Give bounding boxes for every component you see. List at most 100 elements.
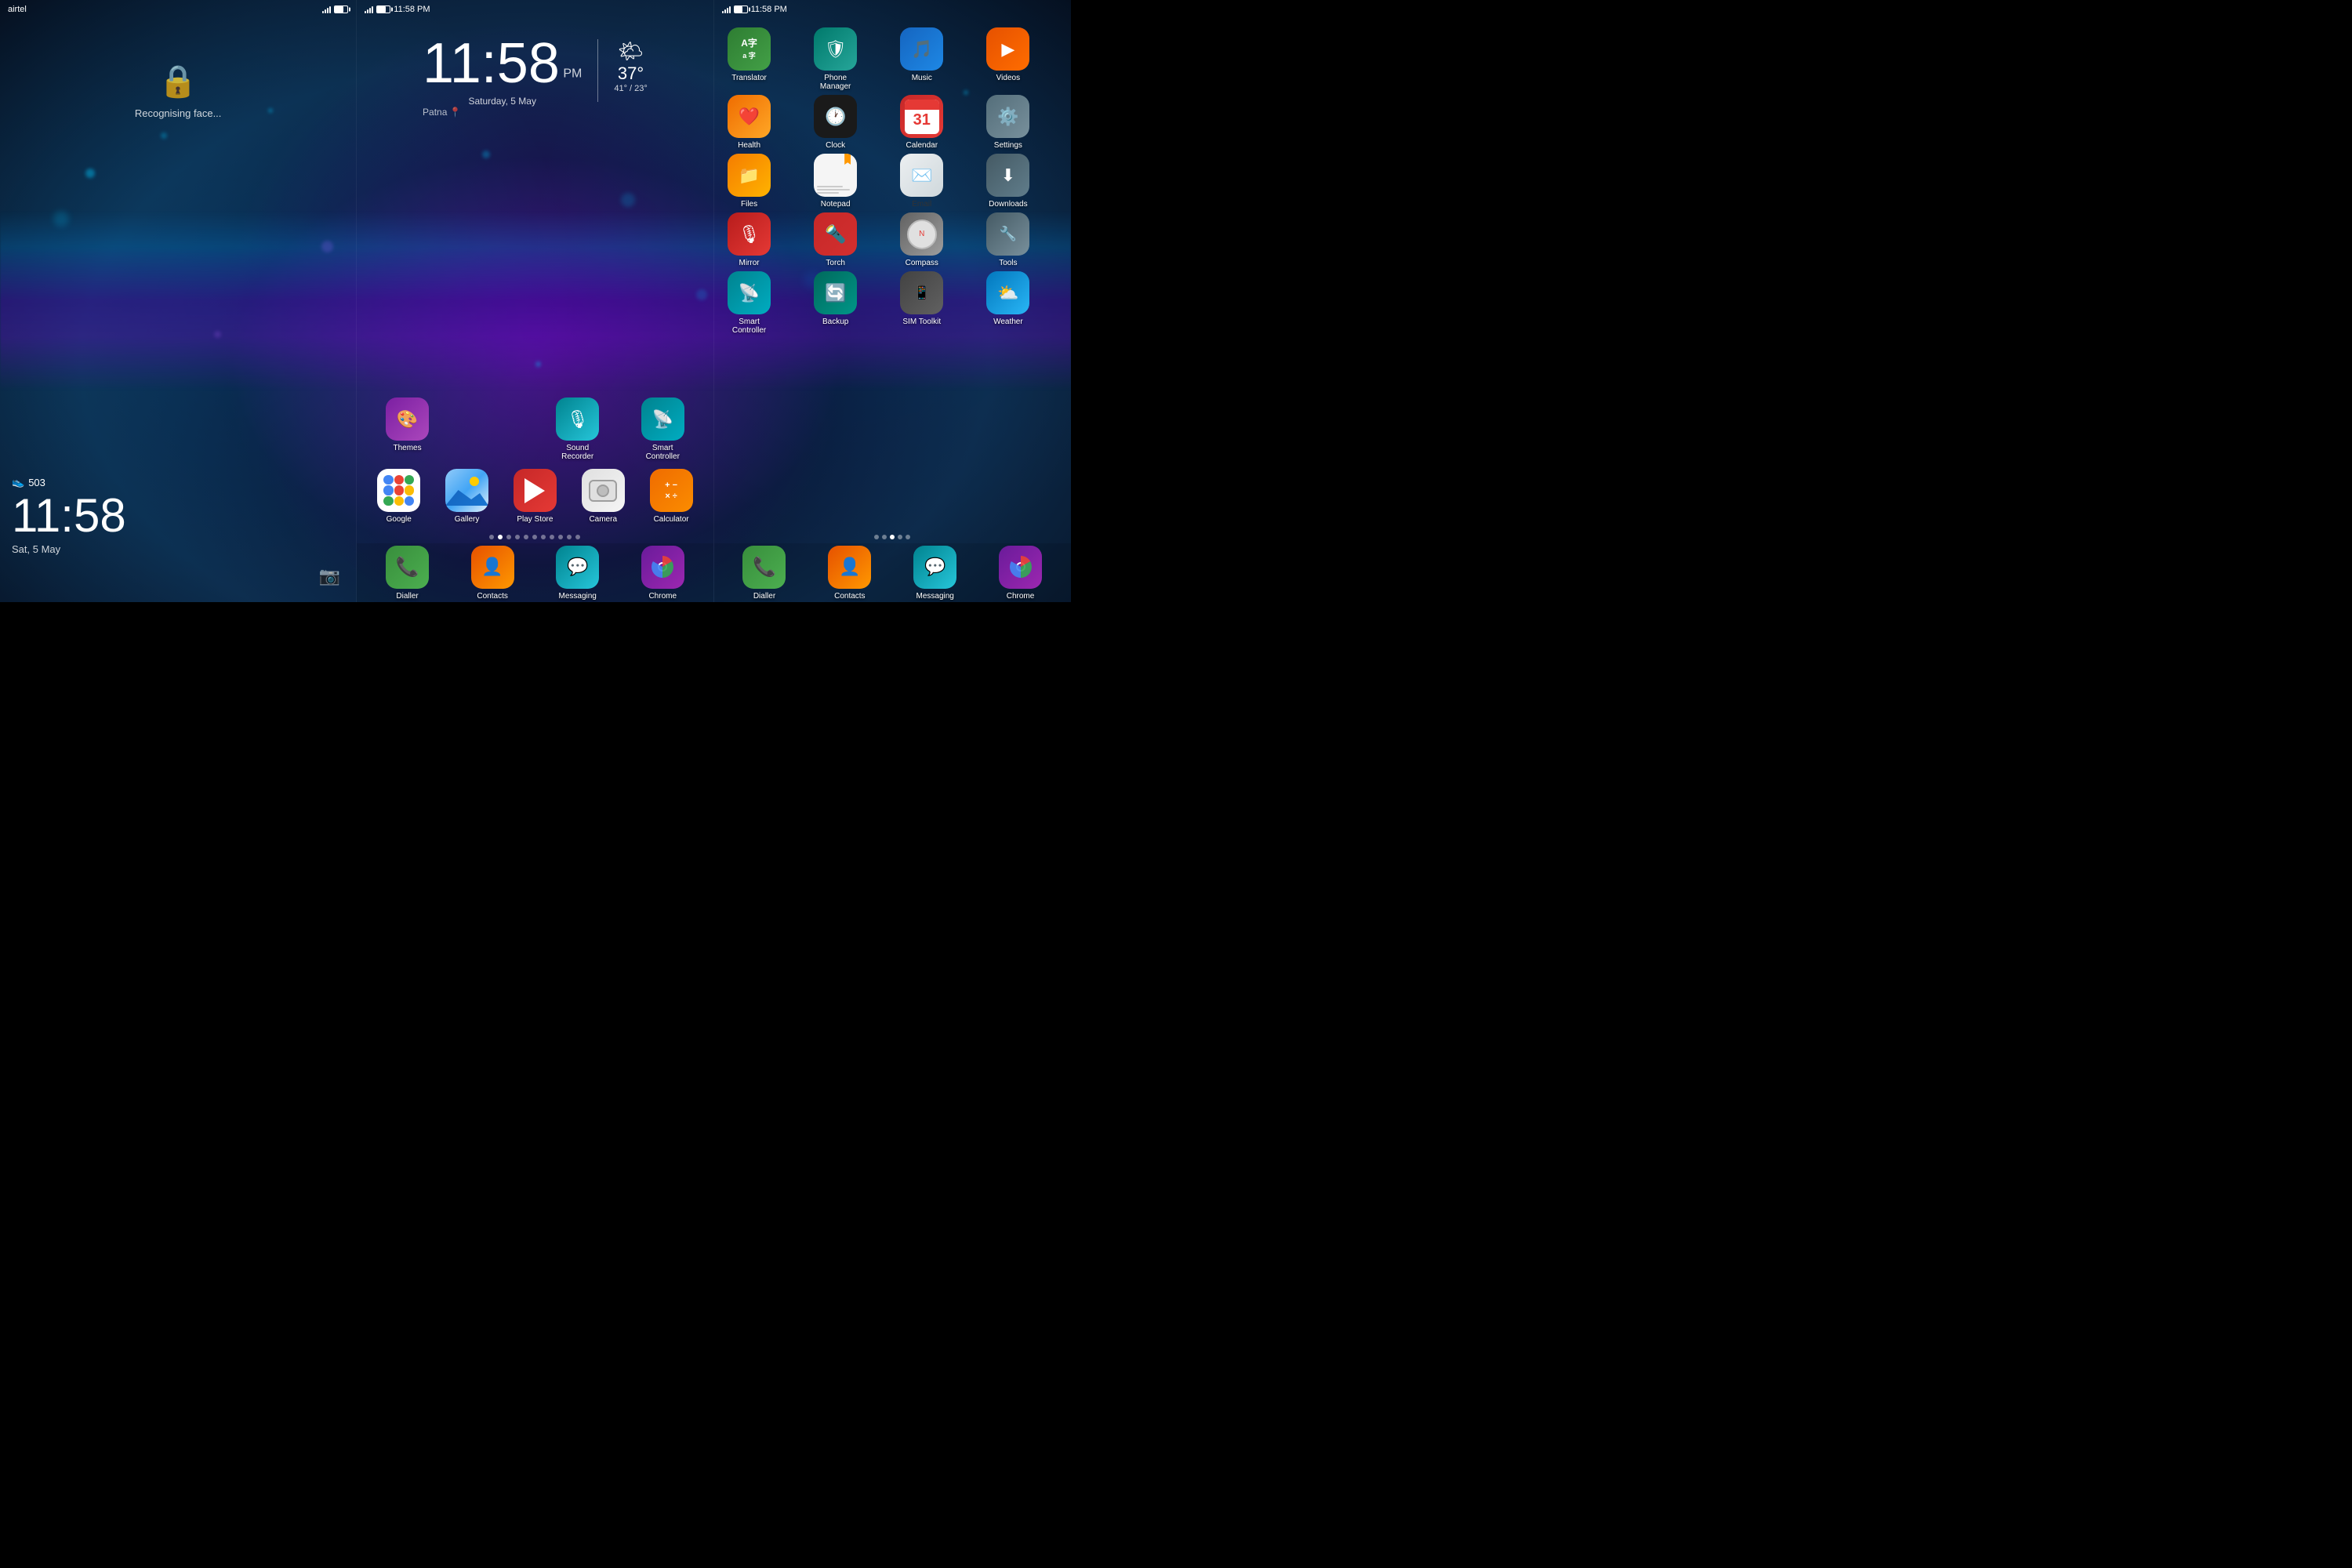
dot-1 xyxy=(489,535,494,539)
lock-icon: 🔒 xyxy=(158,63,198,100)
home-ampm: PM xyxy=(563,67,582,81)
apps-messaging-icon: 💬 xyxy=(913,546,956,589)
clock-weather-divider xyxy=(597,39,598,102)
smartctrl-grid-label: Smart Controller xyxy=(722,318,777,335)
simtoolkit-icon: 📱 xyxy=(900,271,943,314)
weather-condition-icon: 🌤 xyxy=(618,39,644,64)
compass-label: Compass xyxy=(906,259,938,267)
app-soundrec[interactable]: 🎙 Sound Recorder xyxy=(550,397,605,461)
videos-icon: ▶ xyxy=(986,27,1029,71)
apps-grid: A字a 字 Translator 🛡 Phone Manager 🎵 Music xyxy=(718,24,1067,339)
calculator-label: Calculator xyxy=(654,515,689,524)
gallery-label: Gallery xyxy=(455,515,480,524)
apps-dock-dialler[interactable]: 📞 Dialler xyxy=(737,546,792,601)
smartctrl-home-label: Smart Controller xyxy=(635,444,690,461)
smartctrl-grid-icon: 📡 xyxy=(728,271,771,314)
soundrec-label: Sound Recorder xyxy=(550,444,605,461)
apps-panel: 11:58 PM A字a 字 Translator 🛡 Phone Manage… xyxy=(714,0,1071,602)
app-playstore-home[interactable]: Play Store xyxy=(507,469,562,524)
apps-dialler-label: Dialler xyxy=(753,592,775,601)
apps-dock-chrome[interactable]: Chrome xyxy=(993,546,1048,601)
app-downloads[interactable]: ⬇ Downloads xyxy=(981,154,1036,209)
home-app-row-1: 🎨 Themes 🎙 Sound Recorder 📡 xyxy=(365,397,705,461)
app-gallery[interactable]: Gallery xyxy=(440,469,495,524)
current-temp: 37° xyxy=(618,64,644,84)
dialler-icon: 📞 xyxy=(386,546,429,589)
app-google[interactable]: Google xyxy=(372,469,426,524)
app-torch[interactable]: 🔦 Torch xyxy=(808,212,863,267)
app-simtoolkit[interactable]: 📱 SIM Toolkit xyxy=(895,271,949,335)
home-status-left-icons: 11:58 PM xyxy=(365,5,430,14)
dot-10 xyxy=(567,535,572,539)
soundrec-icon: 🎙 xyxy=(556,397,599,441)
dot-11 xyxy=(575,535,580,539)
app-backup[interactable]: 🔄 Backup xyxy=(808,271,863,335)
playstore-label: Play Store xyxy=(517,515,553,524)
location-icon: 📍 xyxy=(449,107,461,118)
phonemanager-icon: 🛡 xyxy=(814,27,857,71)
lock-bottom-info: 👟 503 11:58 Sat, 5 May xyxy=(12,476,126,555)
app-calculator[interactable]: + − × ÷ Calculator xyxy=(644,469,699,524)
home-screen-panel: 11:58 PM 11:58 PM Saturday, 5 May Patna … xyxy=(357,0,713,602)
app-smartctrl-grid[interactable]: 📡 Smart Controller xyxy=(722,271,777,335)
app-tools[interactable]: 🔧 Tools xyxy=(981,212,1036,267)
google-label: Google xyxy=(387,515,412,524)
calculator-icon: + − × ÷ xyxy=(650,469,693,512)
app-phonemanager[interactable]: 🛡 Phone Manager xyxy=(808,27,863,91)
app-smartctrl-home[interactable]: 📡 Smart Controller xyxy=(635,397,690,461)
dock-chrome[interactable]: Chrome xyxy=(635,546,690,601)
camera-shortcut-icon[interactable]: 📷 xyxy=(319,566,340,586)
dot-7 xyxy=(541,535,546,539)
app-music[interactable]: 🎵 Music xyxy=(895,27,949,91)
dock-dialler[interactable]: 📞 Dialler xyxy=(380,546,435,601)
calendar-icon: 31 xyxy=(900,95,943,138)
app-calendar[interactable]: 31 Calendar xyxy=(895,95,949,150)
home-page-dots xyxy=(357,535,713,539)
contacts-icon: 👤 xyxy=(471,546,514,589)
dock-messaging[interactable]: 💬 Messaging xyxy=(550,546,605,601)
battery-icon xyxy=(334,5,348,13)
home-apps-area: 🎨 Themes 🎙 Sound Recorder 📡 xyxy=(365,397,705,532)
apps-page-dots xyxy=(714,535,1071,539)
app-compass[interactable]: N Compass xyxy=(895,212,949,267)
app-email[interactable]: ✉️ Email xyxy=(895,154,949,209)
dock-contacts[interactable]: 👤 Contacts xyxy=(465,546,520,601)
chrome-icon xyxy=(641,546,684,589)
apps-status-right: 11:58 PM xyxy=(722,5,787,14)
app-notepad[interactable]: Notepad xyxy=(808,154,863,209)
torch-icon: 🔦 xyxy=(814,212,857,256)
camera-icon xyxy=(582,469,625,512)
backup-label: Backup xyxy=(822,318,848,326)
apps-chrome-svg xyxy=(1010,556,1032,578)
contacts-label: Contacts xyxy=(477,592,507,601)
tools-label: Tools xyxy=(999,259,1017,267)
apps-dock-contacts[interactable]: 👤 Contacts xyxy=(822,546,877,601)
apps-messaging-label: Messaging xyxy=(916,592,953,601)
compass-icon: N xyxy=(900,212,943,256)
app-settings[interactable]: ⚙️ Settings xyxy=(981,95,1036,150)
shoe-icon: 👟 xyxy=(12,476,24,488)
signal-icon xyxy=(322,5,331,13)
app-camera[interactable]: Camera xyxy=(575,469,630,524)
step-count: 👟 503 xyxy=(12,476,126,488)
apps-dock: 📞 Dialler 👤 Contacts 💬 Messaging xyxy=(714,543,1071,602)
mirror-icon: 🎙 xyxy=(728,212,771,256)
dot-8 xyxy=(550,535,554,539)
app-translator[interactable]: A字a 字 Translator xyxy=(722,27,777,91)
downloads-label: Downloads xyxy=(989,200,1027,209)
apps-dock-messaging[interactable]: 💬 Messaging xyxy=(908,546,963,601)
app-mirror[interactable]: 🎙 Mirror xyxy=(722,212,777,267)
app-clock[interactable]: 🕐 Clock xyxy=(808,95,863,150)
app-files[interactable]: 📁 Files xyxy=(722,154,777,209)
app-weather[interactable]: ⛅ Weather xyxy=(981,271,1036,335)
apps-dot-5 xyxy=(906,535,910,539)
app-videos[interactable]: ▶ Videos xyxy=(981,27,1036,91)
lock-time: 11:58 xyxy=(12,492,126,539)
playstore-icon xyxy=(514,469,557,512)
app-health[interactable]: ❤️ Health xyxy=(722,95,777,150)
home-time-display: 11:58 PM xyxy=(423,31,582,96)
apps-dialler-icon: 📞 xyxy=(742,546,786,589)
translator-icon: A字a 字 xyxy=(728,27,771,71)
app-themes[interactable]: 🎨 Themes xyxy=(380,397,435,461)
home-status-bar: 11:58 PM xyxy=(357,0,713,19)
